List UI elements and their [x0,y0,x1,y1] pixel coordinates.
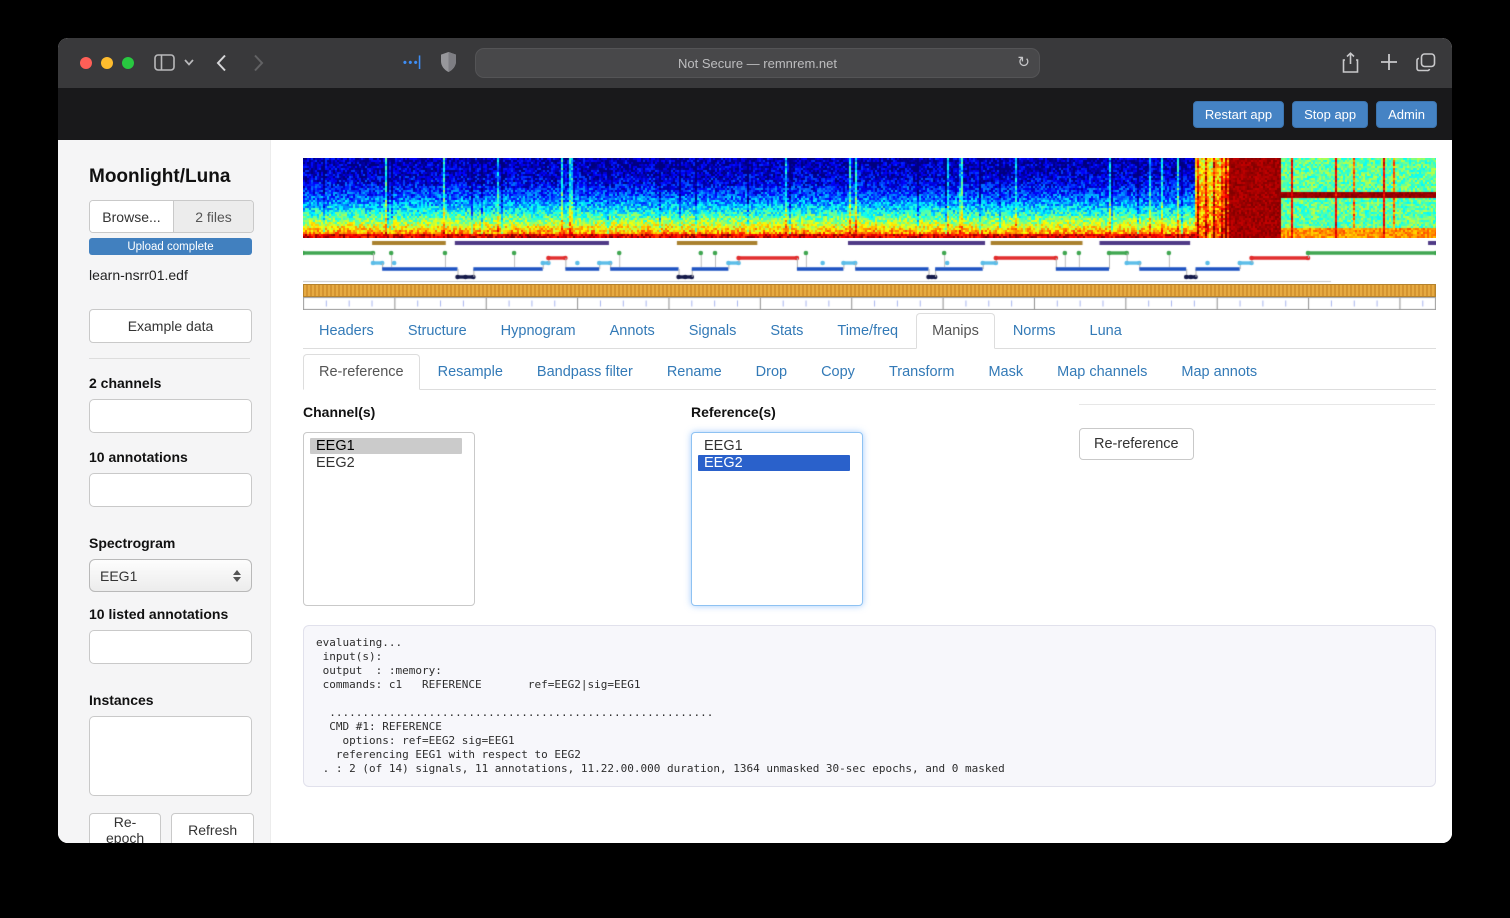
time-ruler[interactable] [303,297,1436,310]
tab-norms[interactable]: Norms [997,313,1074,348]
epoch-mask-band[interactable] [303,284,1436,297]
example-data-button[interactable]: Example data [89,309,252,343]
extension-dots-icon[interactable]: •••▏ [403,56,429,69]
browser-chrome: •••▏ Not Secure — remnrem.net ↻ [58,38,1452,88]
annotations-count-label: 10 annotations [89,449,250,465]
subtab-rename[interactable]: Rename [651,354,740,389]
tab-hypnogram[interactable]: Hypnogram [485,313,594,348]
listed-annotations-input[interactable] [89,630,252,664]
re-reference-pane: Channel(s) EEG1 EEG2 Reference(s) EEG1 E… [303,390,1436,606]
subtab-drop[interactable]: Drop [740,354,805,389]
files-count-label: 2 files [174,201,253,232]
new-tab-plus-icon[interactable] [1380,53,1398,71]
spectrogram-channel-value: EEG1 [90,568,229,584]
privacy-shield-icon[interactable] [440,51,457,73]
main-panel: Headers Structure Hypnogram Annots Signa… [271,140,1452,843]
tab-annots[interactable]: Annots [594,313,673,348]
subtab-mask[interactable]: Mask [972,354,1041,389]
forward-arrow-icon[interactable] [253,54,264,72]
re-epoch-button[interactable]: Re-epoch [89,813,161,843]
zoom-window-button[interactable] [122,57,134,69]
channel-option-eeg1[interactable]: EEG1 [310,438,462,454]
channels-count-label: 2 channels [89,375,250,391]
subtab-resample[interactable]: Resample [422,354,521,389]
spectrogram-canvas[interactable] [303,158,1436,238]
re-reference-button[interactable]: Re-reference [1079,428,1194,460]
tab-stats[interactable]: Stats [754,313,821,348]
file-upload-group: Browse... 2 files [89,200,254,233]
channels-filter-input[interactable] [89,399,252,433]
sidebar: Moonlight/Luna Browse... 2 files Upload … [58,140,271,843]
select-stepper-icon [229,570,245,582]
manips-subtabs: Re-reference Resample Bandpass filter Re… [303,354,1436,390]
restart-app-button[interactable]: Restart app [1193,101,1284,128]
instances-label: Instances [89,692,250,708]
admin-button[interactable]: Admin [1376,101,1437,128]
sidebar-panel-icon[interactable] [154,54,175,71]
upload-status-text: Upload complete [127,241,213,253]
address-bar-text: Not Secure — remnrem.net [678,56,837,71]
pane-divider [1079,404,1435,405]
subtab-re-reference[interactable]: Re-reference [303,354,422,389]
reference-option-eeg2[interactable]: EEG2 [698,455,850,471]
hypnogram-canvas[interactable] [303,238,1436,284]
subtab-copy[interactable]: Copy [805,354,873,389]
refresh-button[interactable]: Refresh [171,813,254,843]
spectrogram-channel-select[interactable]: EEG1 [89,559,252,592]
close-window-button[interactable] [80,57,92,69]
spectrogram-label: Spectrogram [89,535,250,551]
reload-icon[interactable]: ↻ [1017,53,1030,71]
tab-headers[interactable]: Headers [303,313,392,348]
subtab-bandpass-filter[interactable]: Bandpass filter [521,354,651,389]
minimize-window-button[interactable] [101,57,113,69]
sidebar-divider [89,358,250,359]
browse-button[interactable]: Browse... [90,201,174,232]
main-tabs: Headers Structure Hypnogram Annots Signa… [303,313,1436,349]
upload-progress-bar: Upload complete [89,238,252,255]
listed-annotations-label: 10 listed annotations [89,606,250,622]
loaded-filename: learn-nsrr01.edf [89,267,250,283]
chevron-down-icon[interactable] [184,59,194,66]
share-icon[interactable] [1342,52,1359,73]
instances-listbox[interactable] [89,716,252,796]
annotations-filter-input[interactable] [89,473,252,507]
app-navbar: Restart app Stop app Admin [58,88,1452,140]
channel-option-eeg2[interactable]: EEG2 [310,455,462,471]
subtab-map-annots[interactable]: Map annots [1165,354,1275,389]
reference-option-eeg1[interactable]: EEG1 [698,438,850,454]
tab-signals[interactable]: Signals [673,313,755,348]
browser-window: •••▏ Not Secure — remnrem.net ↻ Restart … [58,38,1452,843]
subtab-transform[interactable]: Transform [873,354,973,389]
subtab-map-channels[interactable]: Map channels [1041,354,1165,389]
tab-timefreq[interactable]: Time/freq [821,313,916,348]
tab-manips[interactable]: Manips [916,313,997,348]
luna-console-output: evaluating... input(s): output : :memory… [303,625,1436,787]
back-arrow-icon[interactable] [216,54,227,72]
channels-listbox[interactable]: EEG1 EEG2 [303,432,475,606]
tab-overview-icon[interactable] [1416,53,1436,72]
stop-app-button[interactable]: Stop app [1292,101,1368,128]
app-title: Moonlight/Luna [89,166,250,188]
tab-structure[interactable]: Structure [392,313,485,348]
references-listbox[interactable]: EEG1 EEG2 [691,432,863,606]
address-bar[interactable]: Not Secure — remnrem.net ↻ [475,48,1040,78]
channels-pane-label: Channel(s) [303,404,691,420]
references-pane-label: Reference(s) [691,404,1079,420]
tab-luna[interactable]: Luna [1074,313,1140,348]
